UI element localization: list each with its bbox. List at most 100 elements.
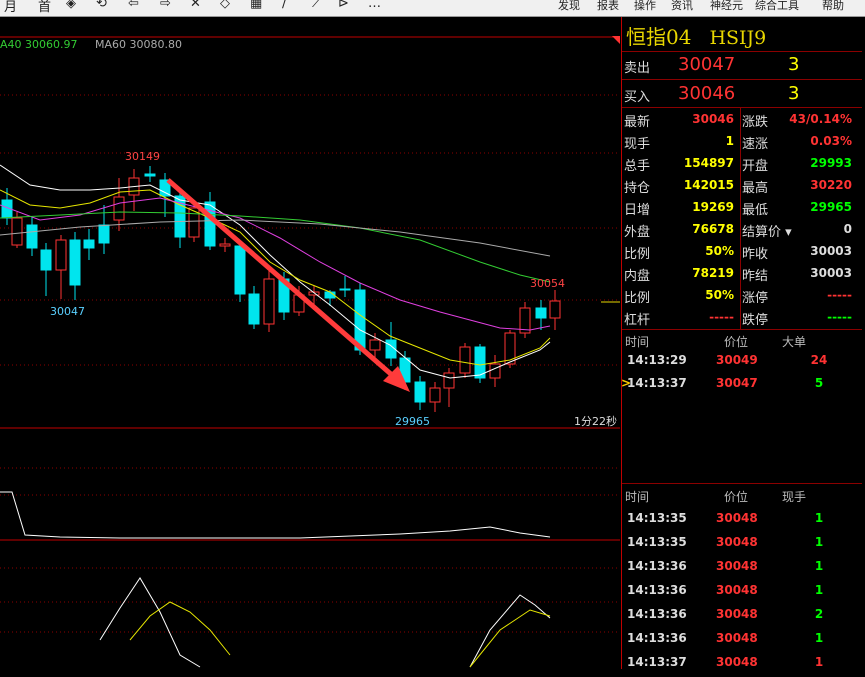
candle-body [98,224,110,244]
candle-body [443,372,455,389]
stat-value: ----- [827,288,852,302]
zoom-icon[interactable]: ◈ [66,0,76,11]
corner-marker-icon [612,36,620,44]
candle-body [414,381,426,403]
tick-time: 14:13:36 [627,559,687,573]
stat-right-5: 结算价 ▾ 0 [740,219,858,241]
sell-quote-row[interactable]: 卖出 30047 3 [622,53,862,76]
tick-row[interactable]: 14:13:35 30048 1 [622,535,862,557]
buy-label: 买入 [624,90,651,105]
stat-value: 30046 [692,112,734,126]
candle-body [369,339,381,351]
tick-vol: 1 [814,655,824,669]
tick-row[interactable]: 14:13:36 30048 1 [622,631,862,653]
diamond-icon[interactable]: ✕ [190,0,201,11]
more-icon[interactable]: ⊳ [338,0,349,11]
candle-body [429,387,441,403]
toolbar: 月 首 ◈ ⟲ ⇦ ⇨ ✕ ◇ ▦ ∕ ⟋ ⊳ … 发现 报表 操作 资讯 神经元 综合工具 帮助 [0,0,865,17]
ma60-line [0,219,551,257]
stat-label: 开盘 [742,159,769,174]
tick-row[interactable]: 14:13:35 30048 1 [622,511,862,533]
stat-label: 内盘 [624,269,651,284]
menu-item-5[interactable]: 综合工具 [755,0,799,13]
forward-icon[interactable]: ⇦ [128,0,139,11]
big-order-header-2: 大单 [782,335,807,349]
stat-value: 142015 [683,178,734,192]
big-order-row[interactable]: >14:13:37 30047 5 [621,376,862,398]
tick-row[interactable]: 14:13:36 30048 1 [622,559,862,581]
stat-label: 日增 [624,203,651,218]
menu-item-0[interactable]: 发现 [558,0,580,13]
stat-value: 29965 [810,200,852,214]
stat-left-6: 比例 50% [622,241,740,263]
kline-chart[interactable]: 30149 30047 29965 30054 [0,17,620,669]
candle-body [83,239,95,249]
tick-vol: 1 [814,559,824,573]
big-order-row[interactable]: 14:13:29 30049 24 [622,353,862,375]
stat-left-3: 持仓 142015 [622,175,740,197]
tick-time: 14:13:35 [627,511,687,525]
stat-label: 昨收 [742,247,769,262]
tick-row[interactable]: 14:13:37 30048 1 [622,655,862,677]
stat-value: 0 [843,222,852,236]
tool-12-icon[interactable]: … [368,0,381,11]
stat-value: 30003 [810,244,852,258]
cross-icon[interactable]: ⇨ [160,0,171,11]
tick-row[interactable]: 14:13:36 30048 1 [622,583,862,605]
stat-value: 29993 [810,156,852,170]
stat-left-8: 比例 50% [622,285,740,307]
tick-time: 14:13:35 [627,535,687,549]
stat-value: 50% [705,244,734,258]
buy-quote-row[interactable]: 买入 30046 3 [622,82,862,105]
stat-value: 76678 [692,222,734,236]
stat-right-7: 昨结 30003 [740,263,858,285]
menu-item-1[interactable]: 报表 [597,0,619,13]
menu-item-2[interactable]: 操作 [634,0,656,13]
low-price-label: 29965 [395,415,430,428]
pen-icon[interactable]: ▦ [250,0,262,11]
stat-label: 跌停 [742,313,769,328]
stat-value: 19269 [692,200,734,214]
stat-value: 43/0.14% [789,112,852,126]
tick-row[interactable]: 14:13:36 30048 2 [622,607,862,629]
back-icon[interactable]: ⟲ [96,0,107,11]
menu-item-4[interactable]: 神经元 [710,0,743,13]
list-icon[interactable]: 首 [38,0,51,15]
menu-item-3[interactable]: 资讯 [671,0,693,13]
ma60-label: MA60 30080.80 [95,38,183,51]
save-icon[interactable]: ◇ [220,0,230,11]
stat-value: 30003 [810,266,852,280]
stat-label: 昨结 [742,269,769,284]
tick-time: 14:13:36 [627,607,687,621]
stat-right-9: 跌停 ----- [740,307,858,329]
stat-left-0: 最新 30046 [622,109,740,131]
contract-name: 恒指04 [626,25,692,49]
tick-price: 30048 [716,511,758,525]
stat-value: 154897 [683,156,734,170]
candle-body [144,173,156,177]
tick-vol: 1 [814,511,824,525]
line-icon[interactable]: ∕ [282,0,286,11]
quote-panel: 恒指04 HSIJ9 卖出 30047 3 买入 30046 3 最新 30046 现… [621,17,865,669]
grid-icon[interactable]: 月 [4,0,17,15]
tick-header-1: 价位 [724,490,749,504]
stat-label: 涨停 [742,291,769,306]
tick-vol: 1 [814,583,824,597]
stat-right-0: 涨跌 43/0.14% [740,109,858,131]
stat-value: ----- [709,310,734,324]
indicator-line-1 [0,491,551,539]
menu-item-6[interactable]: 帮助 [822,0,844,13]
ma40-label: A40 30060.97 [0,38,78,51]
candle-body [248,293,260,325]
candle-body [263,278,275,325]
high-price-label: 30149 [125,150,160,163]
kdj-d-line-2 [469,609,551,668]
stat-value: 1 [725,134,734,148]
tick-vol: 2 [814,607,824,621]
ma-legend: A40 30060.97 MA60 30080.80 [0,38,196,51]
stat-label: 总手 [624,159,651,174]
stat-label: 速涨 [742,137,769,152]
stat-label: 涨跌 [742,115,769,130]
stat-left-4: 日增 19269 [622,197,740,219]
play-icon[interactable]: ⟋ [312,0,321,11]
